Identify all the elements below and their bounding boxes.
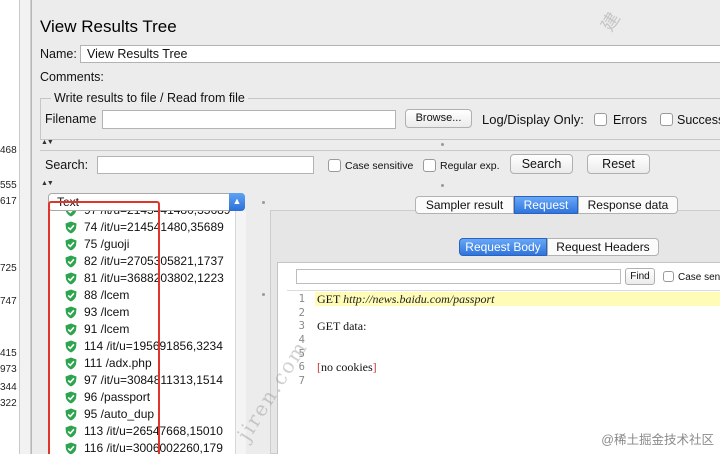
code-line-1: GET http://news.baidu.com/passport	[317, 292, 494, 307]
tab-request[interactable]: Request	[514, 196, 578, 214]
footer-watermark: @稀土掘金技术社区	[601, 433, 714, 447]
comments-label: Comments:	[40, 70, 104, 84]
case-sensitive-checkbox[interactable]	[328, 159, 341, 172]
line-number: 1	[298, 293, 305, 305]
gutter-number: 747	[0, 296, 17, 307]
bracket-close: ]	[372, 360, 377, 374]
gutter-number: 973	[0, 364, 17, 375]
gutter-number: 555	[0, 180, 17, 191]
outer-gutter: 468 555 617 725 747 415 973 344 322	[0, 0, 20, 454]
write-results-title: Write results to file / Read from file	[51, 91, 248, 105]
splitter-grip-icon[interactable]	[441, 143, 444, 146]
tab-sampler-result[interactable]: Sampler result	[415, 196, 514, 214]
splitter-2[interactable]: ▲▼	[32, 180, 720, 189]
splitter-grip-icon[interactable]	[262, 201, 265, 204]
gutter-number: 617	[0, 196, 17, 207]
find-case-label: Case sensitive	[678, 272, 720, 283]
errors-label: Errors	[613, 113, 648, 127]
regex-label: Regular exp.	[440, 160, 500, 172]
tab-request-body[interactable]: Request Body	[459, 238, 547, 256]
gutter-number: 322	[0, 398, 17, 409]
find-case-checkbox[interactable]	[663, 271, 674, 282]
gutter-number: 415	[0, 348, 17, 359]
view-results-tree-panel: View Results Tree Name: View Results Tre…	[31, 0, 720, 454]
write-results-group: Write results to file / Read from file F…	[40, 91, 720, 140]
log-display-label: Log/Display Only:	[482, 112, 584, 127]
splitter-grip-icon[interactable]	[262, 293, 265, 296]
outer-strip	[20, 0, 31, 454]
search-input[interactable]	[97, 156, 314, 174]
line-number: 7	[298, 375, 305, 387]
collapse-arrows-icon[interactable]: ▲▼	[41, 139, 54, 146]
request-method: GET	[317, 292, 344, 306]
gutter-number: 468	[0, 145, 17, 156]
errors-checkbox[interactable]	[594, 113, 607, 126]
separator	[40, 150, 720, 151]
chevron-up-down-icon[interactable]: ▲	[229, 193, 245, 211]
code-line-6: [no cookies]	[317, 360, 377, 375]
tab-response-data[interactable]: Response data	[578, 196, 678, 214]
request-url: http://news.baidu.com/passport	[343, 292, 495, 306]
reset-button[interactable]: Reset	[587, 154, 650, 174]
code-line-3: GET data:	[317, 319, 367, 333]
cookies-text: no cookies	[321, 360, 373, 374]
gutter-number: 344	[0, 382, 17, 393]
line-number: 2	[298, 307, 305, 319]
highlight-box	[48, 201, 160, 454]
regex-checkbox[interactable]	[423, 159, 436, 172]
collapse-arrows-icon[interactable]: ▲▼	[41, 180, 54, 187]
tab-request-headers[interactable]: Request Headers	[547, 238, 659, 256]
find-button[interactable]: Find	[625, 268, 655, 285]
splitter-grip-icon[interactable]	[441, 184, 444, 187]
name-field[interactable]: View Results Tree	[80, 45, 720, 63]
search-button[interactable]: Search	[510, 154, 573, 174]
filename-field[interactable]	[102, 110, 396, 129]
case-sensitive-label: Case sensitive	[345, 160, 414, 172]
successes-label: Successes	[677, 113, 720, 127]
splitter-1[interactable]: ▲▼	[32, 139, 720, 148]
successes-checkbox[interactable]	[660, 113, 673, 126]
find-input[interactable]	[296, 269, 621, 284]
comments-field[interactable]	[104, 69, 720, 87]
name-label: Name:	[40, 47, 77, 61]
search-label: Search:	[45, 158, 89, 172]
browse-button[interactable]: Browse...	[405, 109, 472, 128]
filename-label: Filename	[45, 112, 97, 126]
page-title: View Results Tree	[40, 17, 177, 36]
line-number: 3	[298, 320, 305, 332]
gutter-number: 725	[0, 263, 17, 274]
